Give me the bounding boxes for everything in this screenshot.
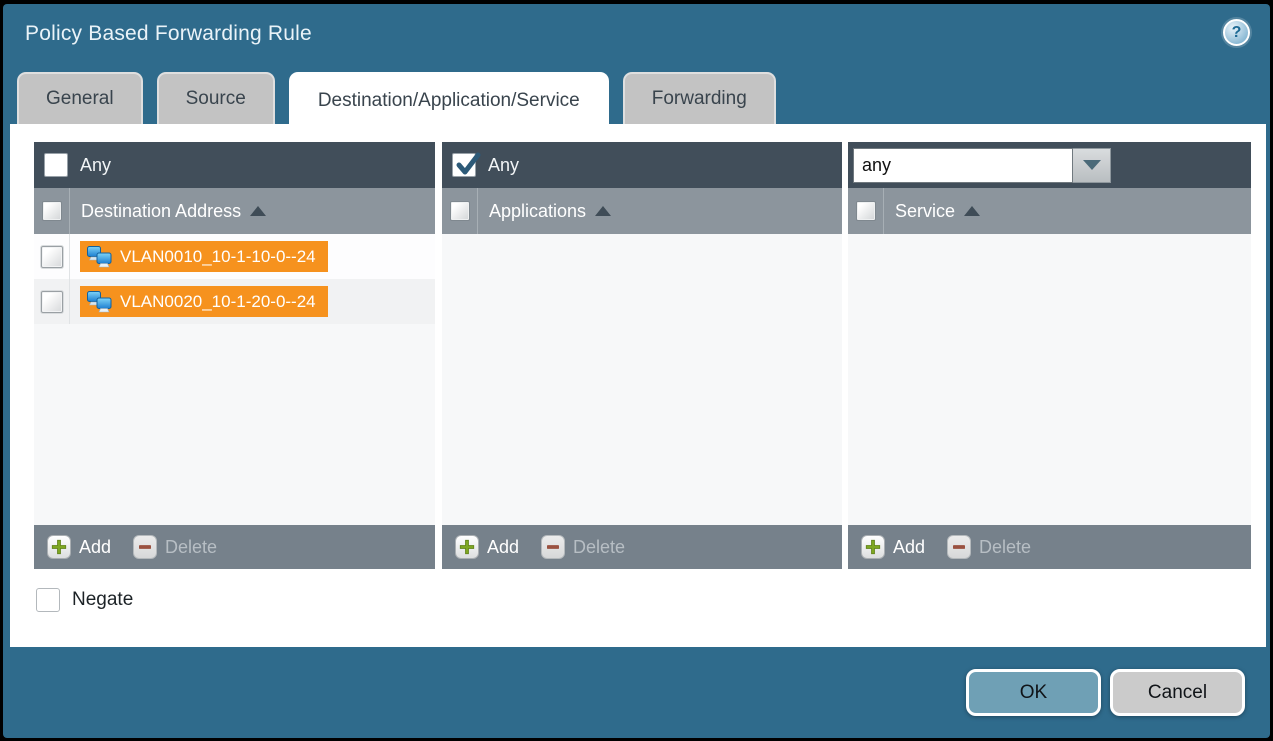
applications-list — [442, 234, 842, 525]
tab-bar: General Source Destination/Application/S… — [17, 72, 776, 124]
applications-column-label[interactable]: Applications — [489, 201, 586, 222]
destination-footer: Add Delete — [34, 525, 435, 569]
service-list — [848, 234, 1251, 525]
delete-minus-icon — [133, 535, 157, 559]
applications-any-bar: Any — [442, 142, 842, 188]
service-footer: Add Delete — [848, 525, 1251, 569]
service-panel: any Service Add — [848, 142, 1251, 569]
add-plus-icon — [861, 535, 885, 559]
applications-any-label: Any — [488, 155, 519, 176]
add-plus-icon — [455, 535, 479, 559]
destination-any-label: Any — [80, 155, 111, 176]
applications-footer: Add Delete — [442, 525, 842, 569]
table-row[interactable]: VLAN0010_10-1-10-0--24 — [34, 234, 435, 279]
applications-delete-button[interactable]: Delete — [541, 535, 625, 559]
service-add-button[interactable]: Add — [861, 535, 925, 559]
address-object-label: VLAN0010_10-1-10-0--24 — [120, 247, 316, 267]
address-object-icon — [86, 245, 113, 269]
tab-content: Any Destination Address — [10, 124, 1266, 647]
destination-any-bar: Any — [34, 142, 435, 188]
row-checkbox[interactable] — [41, 246, 63, 268]
applications-select-all-checkbox[interactable] — [450, 201, 470, 221]
address-object-chip[interactable]: VLAN0020_10-1-20-0--24 — [80, 286, 328, 317]
check-icon — [454, 151, 482, 179]
chevron-down-icon — [1083, 160, 1101, 170]
sort-ascending-icon[interactable] — [964, 206, 980, 216]
cancel-button[interactable]: Cancel — [1110, 669, 1245, 716]
applications-column-header: Applications — [442, 188, 842, 234]
service-dropdown-value[interactable]: any — [853, 148, 1073, 183]
service-dropdown-bar: any — [848, 142, 1251, 188]
applications-any-checkbox[interactable] — [452, 153, 476, 177]
row-checkbox[interactable] — [41, 291, 63, 313]
negate-checkbox[interactable] — [36, 588, 60, 612]
tab-destination-application-service[interactable]: Destination/Application/Service — [289, 72, 609, 128]
address-object-chip[interactable]: VLAN0010_10-1-10-0--24 — [80, 241, 328, 272]
destination-any-checkbox[interactable] — [44, 153, 68, 177]
tab-source[interactable]: Source — [157, 72, 275, 124]
address-object-label: VLAN0020_10-1-20-0--24 — [120, 292, 316, 312]
applications-add-button[interactable]: Add — [455, 535, 519, 559]
service-dropdown-button[interactable] — [1073, 148, 1111, 183]
table-row[interactable]: VLAN0020_10-1-20-0--24 — [34, 279, 435, 324]
address-object-icon — [86, 290, 113, 314]
sort-ascending-icon[interactable] — [250, 206, 266, 216]
destination-address-list: VLAN0010_10-1-10-0--24 VLAN0020_10-1-20-… — [34, 234, 435, 525]
destination-add-button[interactable]: Add — [47, 535, 111, 559]
destination-column-header: Destination Address — [34, 188, 435, 234]
tab-forwarding[interactable]: Forwarding — [623, 72, 776, 124]
service-column-header: Service — [848, 188, 1251, 234]
destination-delete-button[interactable]: Delete — [133, 535, 217, 559]
service-column-label[interactable]: Service — [895, 201, 955, 222]
tab-general[interactable]: General — [17, 72, 143, 124]
sort-ascending-icon[interactable] — [595, 206, 611, 216]
service-delete-button[interactable]: Delete — [947, 535, 1031, 559]
delete-minus-icon — [541, 535, 565, 559]
negate-label: Negate — [72, 589, 133, 611]
help-icon[interactable]: ? — [1223, 19, 1250, 46]
negate-option: Negate — [36, 588, 133, 612]
delete-minus-icon — [947, 535, 971, 559]
destination-column-label[interactable]: Destination Address — [81, 201, 241, 222]
service-dropdown[interactable]: any — [853, 148, 1111, 183]
destination-select-all-checkbox[interactable] — [42, 201, 62, 221]
policy-based-forwarding-dialog: Policy Based Forwarding Rule ? General S… — [3, 4, 1270, 738]
destination-address-panel: Any Destination Address — [34, 142, 435, 569]
add-plus-icon — [47, 535, 71, 559]
dialog-title: Policy Based Forwarding Rule — [25, 22, 312, 46]
ok-button[interactable]: OK — [966, 669, 1101, 716]
applications-panel: Any Applications Add D — [442, 142, 842, 569]
service-select-all-checkbox[interactable] — [856, 201, 876, 221]
